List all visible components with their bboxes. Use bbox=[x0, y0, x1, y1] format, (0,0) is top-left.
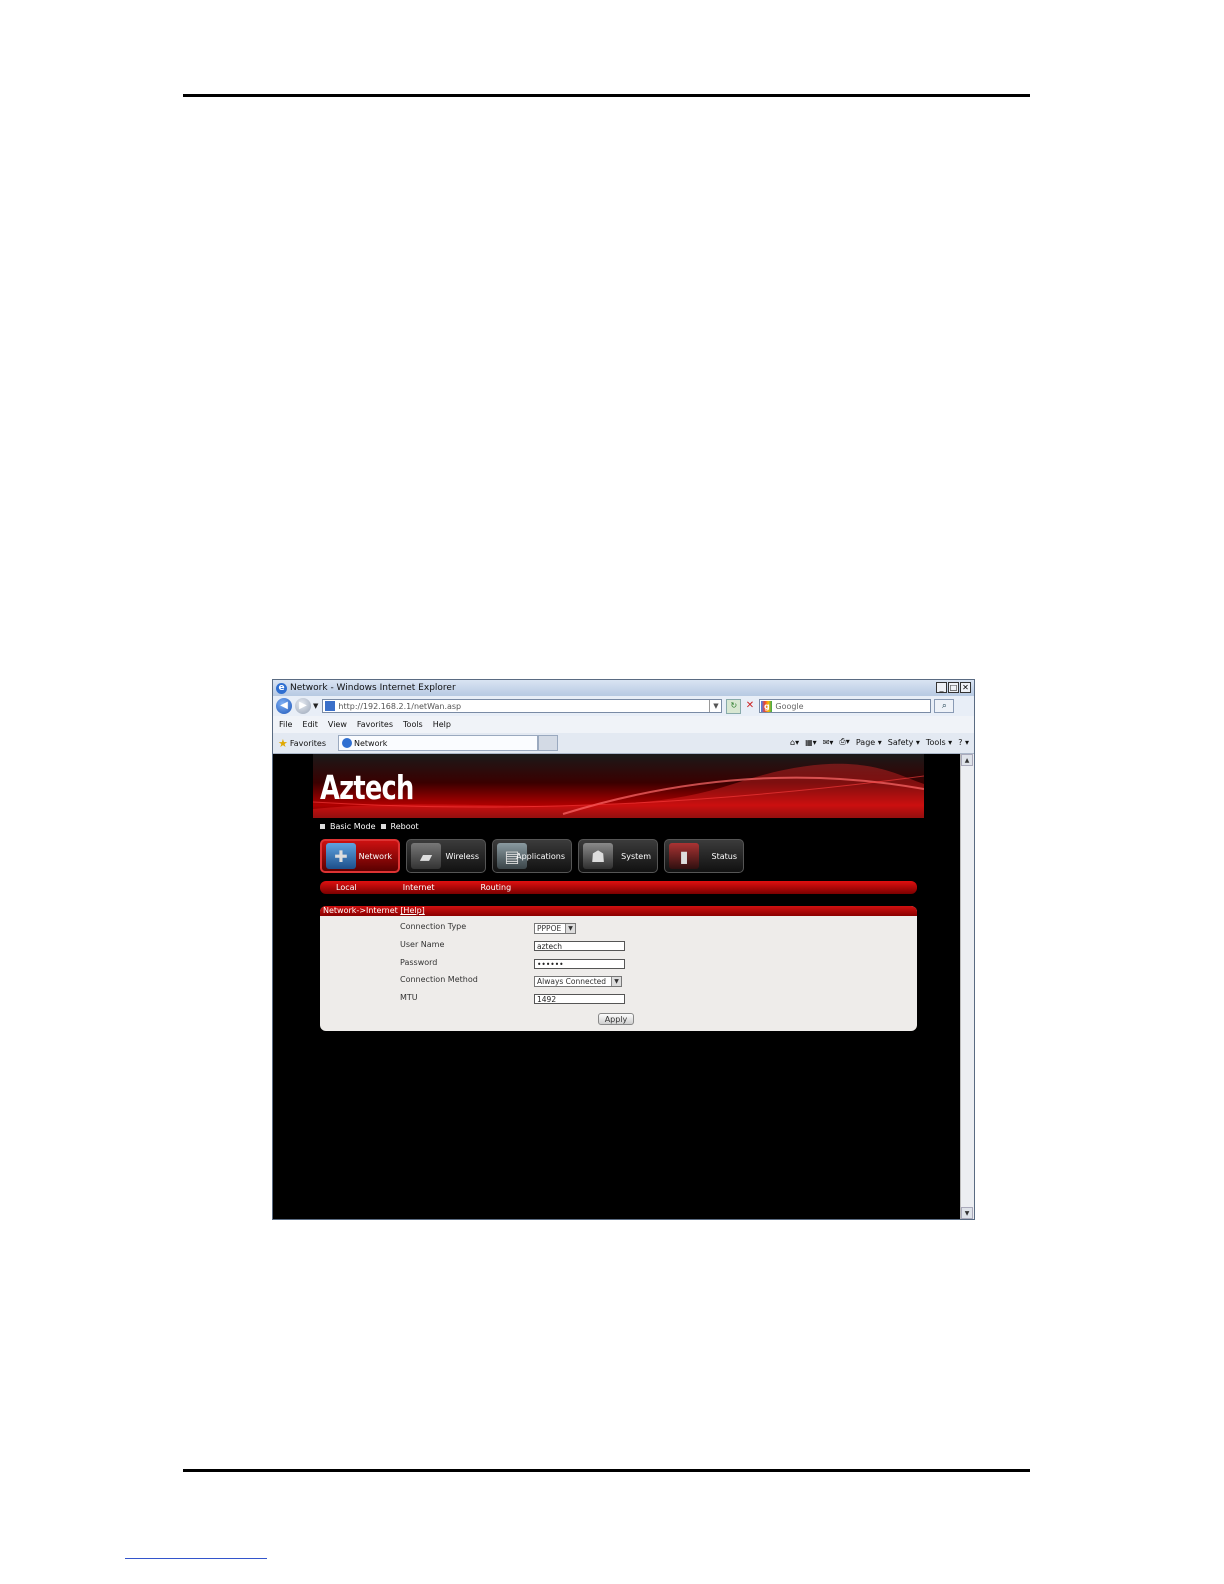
url-text: http://192.168.2.1/netWan.asp bbox=[338, 701, 462, 711]
stop-icon[interactable]: ✕ bbox=[743, 700, 756, 713]
favorites-bar: ★ Favorites Network ⌂▾ ▦▾ ✉▾ ⎙▾ Page ▾ S… bbox=[273, 733, 974, 754]
connection-method-value: Always Connected bbox=[537, 976, 607, 986]
top-links: Basic Mode Reboot bbox=[320, 822, 424, 831]
back-button[interactable]: ◀ bbox=[276, 698, 292, 714]
password-label: Password bbox=[400, 958, 438, 967]
mail-icon[interactable]: ✉▾ bbox=[823, 738, 834, 747]
bullet-icon bbox=[380, 824, 386, 829]
mtu-field[interactable]: 1492 bbox=[534, 994, 625, 1004]
title-bar: e Network - Windows Internet Explorer _ … bbox=[273, 680, 974, 696]
header-rule bbox=[183, 94, 1030, 97]
reboot-link[interactable]: Reboot bbox=[391, 822, 419, 831]
subtab-internet[interactable]: Internet bbox=[403, 883, 435, 892]
url-dropdown-icon[interactable]: ▼ bbox=[709, 700, 721, 712]
bullet-icon bbox=[320, 824, 325, 829]
print-icon[interactable]: ⎙▾ bbox=[839, 737, 849, 747]
home-icon[interactable]: ⌂▾ bbox=[790, 738, 799, 747]
menu-help[interactable]: Help bbox=[433, 720, 451, 729]
footer-link-underline bbox=[125, 1558, 267, 1559]
tab-status-label: Status bbox=[711, 851, 738, 861]
connection-method-label: Connection Method bbox=[400, 975, 478, 984]
help-menu-icon[interactable]: ? ▾ bbox=[958, 738, 969, 747]
basic-mode-link[interactable]: Basic Mode bbox=[330, 822, 376, 831]
connection-type-value: PPPOE bbox=[537, 923, 562, 933]
feeds-icon[interactable]: ▦▾ bbox=[805, 738, 817, 747]
favorites-star-icon[interactable]: ★ bbox=[278, 737, 288, 750]
window-title: Network - Windows Internet Explorer bbox=[290, 683, 456, 693]
address-bar: ◀ ▶ ▼ http://192.168.2.1/netWan.asp ▼ ↻ … bbox=[273, 696, 974, 716]
menu-view[interactable]: View bbox=[328, 720, 347, 729]
new-tab-button[interactable] bbox=[538, 735, 559, 751]
help-link[interactable]: [Help] bbox=[400, 906, 424, 915]
minimize-icon[interactable]: _ bbox=[936, 682, 947, 693]
menu-tools[interactable]: Tools bbox=[403, 720, 423, 729]
connection-method-select[interactable]: Always Connected ▼ bbox=[534, 976, 622, 987]
refresh-icon[interactable]: ↻ bbox=[726, 698, 742, 714]
command-bar: ⌂▾ ▦▾ ✉▾ ⎙▾ Page ▾ Safety ▾ Tools ▾ ? ▾ bbox=[790, 737, 969, 747]
tab-network-label: Network bbox=[358, 851, 392, 861]
main-tabs: ✚ Network ▰ Wireless ▤ Applications ☗ Sy… bbox=[320, 839, 744, 873]
page-content: Aztech Basic Mode Reboot ✚ Network ▰ Wir… bbox=[273, 754, 961, 1219]
menu-favorites[interactable]: Favorites bbox=[357, 720, 393, 729]
menu-edit[interactable]: Edit bbox=[302, 720, 318, 729]
close-icon[interactable]: ✕ bbox=[960, 682, 971, 693]
search-input[interactable]: g Google bbox=[759, 699, 932, 713]
chevron-down-icon: ▼ bbox=[565, 924, 575, 933]
tools-menu[interactable]: Tools ▾ bbox=[926, 738, 952, 747]
user-name-label: User Name bbox=[400, 940, 445, 949]
breadcrumb: Network->Internet bbox=[323, 906, 398, 915]
tab-status[interactable]: ▮ Status bbox=[664, 839, 744, 873]
user-name-field[interactable]: aztech bbox=[534, 941, 625, 951]
tab-applications[interactable]: ▤ Applications bbox=[492, 839, 572, 873]
connection-type-select[interactable]: PPPOE ▼ bbox=[534, 923, 576, 934]
mtu-label: MTU bbox=[400, 993, 418, 1002]
internet-settings-panel: Network->Internet [Help] Connection Type… bbox=[320, 906, 917, 1031]
sub-nav: Local Internet Routing bbox=[320, 881, 917, 894]
window-controls: _ □ ✕ bbox=[936, 682, 971, 693]
vertical-scrollbar[interactable]: ▲ ▼ bbox=[960, 754, 974, 1219]
search-placeholder: Google bbox=[775, 701, 804, 711]
history-dropdown-icon[interactable]: ▼ bbox=[313, 702, 318, 710]
tab-wireless-label: Wireless bbox=[445, 851, 479, 861]
status-chart-icon: ▮ bbox=[669, 843, 699, 869]
menu-file[interactable]: File bbox=[279, 720, 292, 729]
chevron-down-icon: ▼ bbox=[611, 977, 621, 986]
google-icon: g bbox=[761, 700, 773, 712]
scroll-down-icon[interactable]: ▼ bbox=[961, 1207, 973, 1219]
tab-wireless[interactable]: ▰ Wireless bbox=[406, 839, 486, 873]
password-field[interactable]: •••••• bbox=[534, 959, 625, 969]
ie-icon: e bbox=[276, 682, 287, 694]
router-icon: ▰ bbox=[411, 843, 441, 869]
page-menu[interactable]: Page ▾ bbox=[856, 738, 882, 747]
page-icon bbox=[325, 701, 336, 711]
tab-label: Network bbox=[354, 738, 388, 748]
panel-header: Network->Internet [Help] bbox=[320, 906, 917, 916]
subtab-local[interactable]: Local bbox=[336, 883, 357, 892]
system-icon: ☗ bbox=[583, 843, 613, 869]
menu-bar: File Edit View Favorites Tools Help bbox=[273, 716, 974, 733]
apply-button[interactable]: Apply bbox=[598, 1013, 634, 1025]
subtab-routing[interactable]: Routing bbox=[481, 883, 512, 892]
tab-system[interactable]: ☗ System bbox=[578, 839, 658, 873]
connection-type-label: Connection Type bbox=[400, 922, 467, 931]
footer-rule bbox=[183, 1469, 1030, 1472]
forward-button[interactable]: ▶ bbox=[295, 698, 311, 714]
safety-menu[interactable]: Safety ▾ bbox=[888, 738, 920, 747]
tab-applications-label: Applications bbox=[516, 851, 565, 861]
network-icon: ✚ bbox=[326, 843, 356, 869]
scroll-up-icon[interactable]: ▲ bbox=[961, 754, 973, 766]
search-icon[interactable]: ⌕ bbox=[934, 699, 955, 713]
maximize-icon[interactable]: □ bbox=[948, 682, 959, 693]
browser-window: e Network - Windows Internet Explorer _ … bbox=[272, 679, 975, 1220]
browser-tab[interactable]: Network bbox=[338, 735, 539, 751]
tab-ie-icon bbox=[342, 738, 353, 748]
aztech-logo: Aztech bbox=[320, 768, 414, 807]
favorites-button[interactable]: Favorites bbox=[290, 739, 326, 748]
tab-system-label: System bbox=[621, 851, 651, 861]
url-input[interactable]: http://192.168.2.1/netWan.asp ▼ bbox=[322, 699, 723, 713]
aztech-banner: Aztech bbox=[313, 754, 924, 818]
tab-network[interactable]: ✚ Network bbox=[320, 839, 400, 873]
